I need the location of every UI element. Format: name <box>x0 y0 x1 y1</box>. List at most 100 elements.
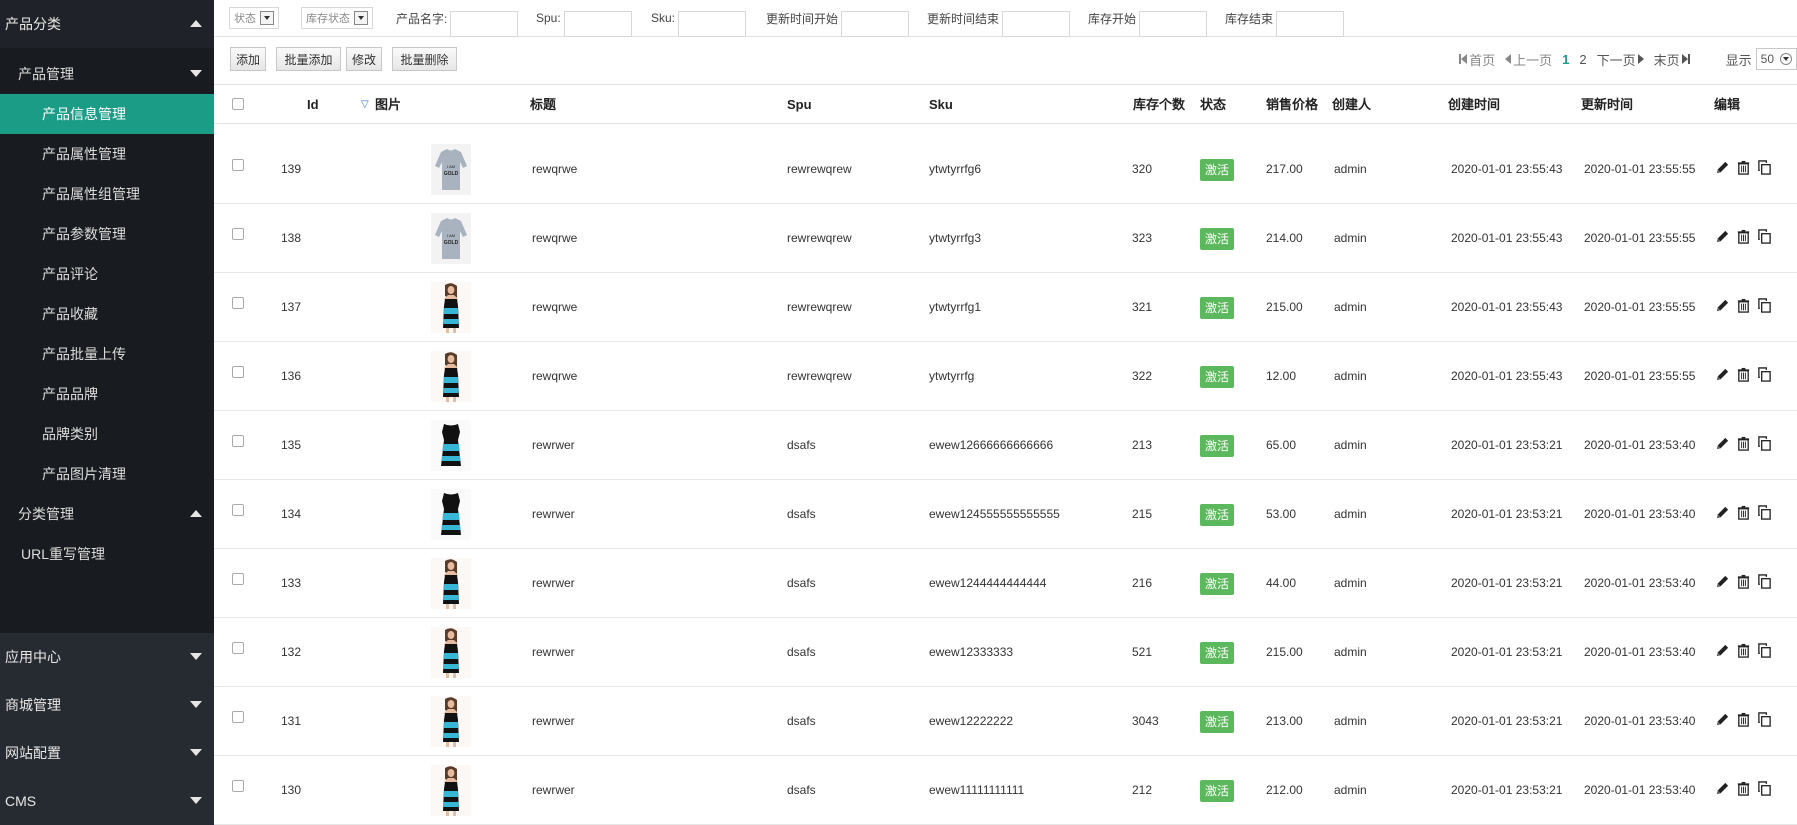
first-page-link[interactable]: 首页 <box>1459 50 1495 69</box>
stock-end-input[interactable] <box>1276 11 1345 37</box>
product-thumbnail[interactable] <box>431 696 471 747</box>
header-image[interactable]: 图片 <box>375 85 401 125</box>
sku-input[interactable] <box>678 11 747 37</box>
row-checkbox[interactable] <box>232 573 244 585</box>
delete-icon[interactable] <box>1736 643 1751 661</box>
sidebar-item-product-brands[interactable]: 产品品牌 <box>0 374 214 414</box>
delete-icon[interactable] <box>1736 505 1751 523</box>
edit-icon[interactable] <box>1715 643 1730 661</box>
row-checkbox[interactable] <box>232 711 244 723</box>
delete-icon[interactable] <box>1736 229 1751 247</box>
header-price[interactable]: 销售价格 <box>1266 85 1318 125</box>
sidebar-item-product-reviews[interactable]: 产品评论 <box>0 254 214 294</box>
sidebar-section-site-config[interactable]: 网站配置 <box>0 729 214 777</box>
page-2-link[interactable]: 2 <box>1579 52 1586 67</box>
batch-add-button[interactable]: 批量添加 <box>276 47 341 71</box>
edit-button[interactable]: 修改 <box>346 47 382 71</box>
row-checkbox[interactable] <box>232 642 244 654</box>
select-all-checkbox[interactable] <box>232 98 244 110</box>
row-checkbox[interactable] <box>232 366 244 378</box>
sidebar-group-url-rewrite[interactable]: URL重写管理 <box>0 534 214 574</box>
page-1-link[interactable]: 1 <box>1562 52 1569 67</box>
copy-icon[interactable] <box>1757 574 1772 592</box>
product-name-input[interactable] <box>450 11 519 37</box>
sidebar-section-app-center[interactable]: 应用中心 <box>0 633 214 681</box>
status-select[interactable]: 状态 <box>229 7 279 29</box>
sidebar-item-product-favorites[interactable]: 产品收藏 <box>0 294 214 334</box>
next-page-link[interactable]: 下一页 <box>1597 50 1644 69</box>
updated-start-input[interactable] <box>841 11 910 37</box>
header-created[interactable]: 创建时间 <box>1448 85 1500 125</box>
header-updated[interactable]: 更新时间 <box>1581 85 1633 125</box>
stock-start-input[interactable] <box>1139 11 1208 37</box>
copy-icon[interactable] <box>1757 298 1772 316</box>
product-thumbnail[interactable] <box>431 765 471 816</box>
delete-icon[interactable] <box>1736 781 1751 799</box>
header-title[interactable]: 标题 <box>530 85 556 125</box>
sidebar-item-product-info[interactable]: 产品信息管理 <box>0 94 214 134</box>
sidebar-item-product-attributes[interactable]: 产品属性管理 <box>0 134 214 174</box>
sidebar-item-batch-upload[interactable]: 产品批量上传 <box>0 334 214 374</box>
row-checkbox[interactable] <box>232 297 244 309</box>
copy-icon[interactable] <box>1757 160 1772 178</box>
sidebar-section-cms[interactable]: CMS <box>0 777 214 825</box>
edit-icon[interactable] <box>1715 505 1730 523</box>
row-checkbox[interactable] <box>232 159 244 171</box>
stock-status-select[interactable]: 库存状态 <box>301 7 373 29</box>
batch-delete-button[interactable]: 批量删除 <box>392 47 457 71</box>
edit-icon[interactable] <box>1715 367 1730 385</box>
per-page-select[interactable]: 50 <box>1755 48 1797 70</box>
product-thumbnail[interactable]: I AM GOLD <box>431 144 471 195</box>
updated-end-input[interactable] <box>1002 11 1071 37</box>
product-thumbnail[interactable] <box>431 282 471 333</box>
copy-icon[interactable] <box>1757 712 1772 730</box>
edit-icon[interactable] <box>1715 436 1730 454</box>
header-creator[interactable]: 创建人 <box>1332 85 1371 125</box>
header-id[interactable]: Id <box>307 85 319 125</box>
prev-page-link[interactable]: 上一页 <box>1505 50 1552 69</box>
sidebar-group-product-management[interactable]: 产品管理 <box>0 54 214 94</box>
add-button[interactable]: 添加 <box>230 47 266 71</box>
delete-icon[interactable] <box>1736 367 1751 385</box>
sidebar-item-image-cleanup[interactable]: 产品图片清理 <box>0 454 214 494</box>
sidebar-group-category-management[interactable]: 分类管理 <box>0 494 214 534</box>
last-page-link[interactable]: 末页 <box>1654 50 1690 69</box>
edit-icon[interactable] <box>1715 229 1730 247</box>
product-thumbnail[interactable]: I AM GOLD <box>431 213 471 264</box>
edit-icon[interactable] <box>1715 781 1730 799</box>
copy-icon[interactable] <box>1757 436 1772 454</box>
copy-icon[interactable] <box>1757 229 1772 247</box>
copy-icon[interactable] <box>1757 781 1772 799</box>
delete-icon[interactable] <box>1736 574 1751 592</box>
row-checkbox[interactable] <box>232 504 244 516</box>
spu-input[interactable] <box>563 11 632 37</box>
delete-icon[interactable] <box>1736 160 1751 178</box>
copy-icon[interactable] <box>1757 505 1772 523</box>
product-thumbnail[interactable] <box>431 489 471 540</box>
header-sku[interactable]: Sku <box>929 85 953 125</box>
sidebar-item-brand-categories[interactable]: 品牌类别 <box>0 414 214 454</box>
header-status[interactable]: 状态 <box>1200 85 1226 125</box>
sort-desc-icon[interactable]: ▽ <box>361 85 369 125</box>
sidebar-item-product-params[interactable]: 产品参数管理 <box>0 214 214 254</box>
edit-icon[interactable] <box>1715 298 1730 316</box>
header-spu[interactable]: Spu <box>787 85 812 125</box>
product-thumbnail[interactable] <box>431 627 471 678</box>
edit-icon[interactable] <box>1715 712 1730 730</box>
delete-icon[interactable] <box>1736 298 1751 316</box>
sidebar-section-product-category[interactable]: 产品分类 <box>0 0 214 48</box>
copy-icon[interactable] <box>1757 367 1772 385</box>
delete-icon[interactable] <box>1736 712 1751 730</box>
row-checkbox[interactable] <box>232 780 244 792</box>
status-filter[interactable]: 状态 <box>229 7 279 38</box>
edit-icon[interactable] <box>1715 160 1730 178</box>
row-checkbox[interactable] <box>232 435 244 447</box>
product-thumbnail[interactable] <box>431 558 471 609</box>
product-thumbnail[interactable] <box>431 351 471 402</box>
stock-status-filter[interactable]: 库存状态 <box>301 7 373 38</box>
header-stock[interactable]: 库存个数 <box>1133 85 1185 125</box>
sidebar-section-mall-management[interactable]: 商城管理 <box>0 681 214 729</box>
delete-icon[interactable] <box>1736 436 1751 454</box>
product-thumbnail[interactable] <box>431 420 471 471</box>
row-checkbox[interactable] <box>232 228 244 240</box>
